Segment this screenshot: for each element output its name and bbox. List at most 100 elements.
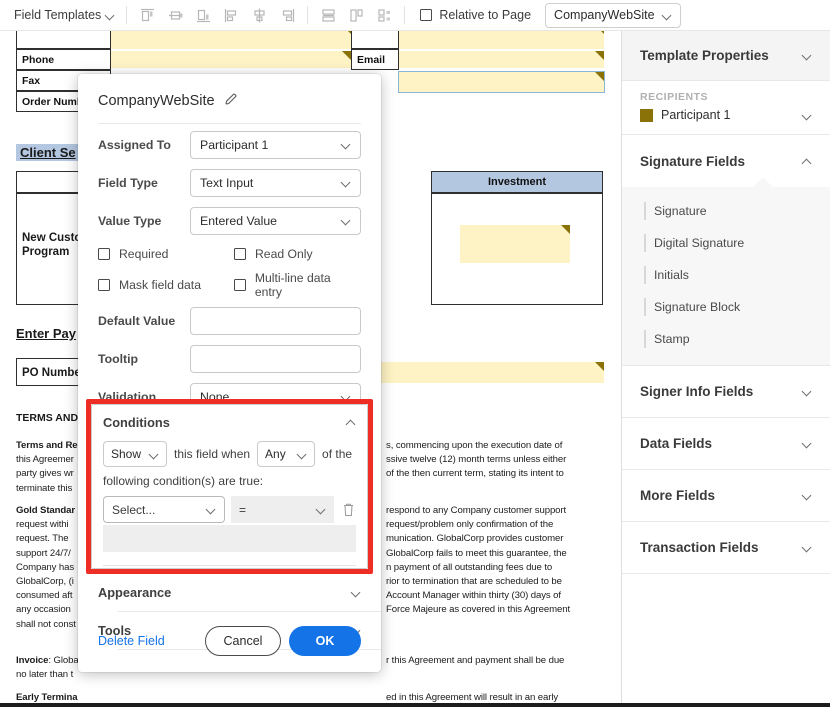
section-more-fields-label: More Fields [640, 488, 716, 503]
chevron-down-icon [803, 439, 812, 448]
label-tooltip: Tooltip [98, 351, 139, 366]
recipients-label: RECIPIENTS [640, 91, 709, 103]
checkbox-row-1: Required Read Only [78, 238, 381, 269]
value-type-select[interactable]: Entered Value [190, 206, 361, 235]
form-field-yellow-2[interactable] [399, 31, 604, 49]
distribute-horizontal-icon[interactable] [343, 3, 369, 27]
field-item-initials[interactable]: Initials [622, 259, 830, 291]
field-item-label: Signature [654, 204, 707, 218]
size-match-icon[interactable] [371, 3, 397, 27]
condition-action-select[interactable]: Show [103, 441, 167, 467]
relative-to-page-checkbox[interactable] [420, 9, 433, 21]
read-only-checkbox[interactable] [234, 247, 246, 260]
pencil-icon[interactable] [224, 92, 238, 110]
multi-line-checkbox-item[interactable]: Multi-line data entry [233, 270, 361, 299]
dialog-title-row: CompanyWebSite [78, 74, 381, 110]
align-center-icon[interactable] [246, 3, 272, 27]
window-bottom-edge [0, 703, 830, 707]
document-select[interactable]: CompanyWebSite [545, 2, 682, 28]
row-field-type: Field Type Text Input [78, 165, 381, 200]
section-signature-fields[interactable]: Signature Fields [622, 135, 830, 187]
conditions-panel: Conditions Show this field when Any of t… [91, 404, 368, 569]
condition-operator-select[interactable]: = [231, 496, 334, 523]
align-top-icon[interactable] [134, 3, 160, 27]
mask-field-data-checkbox[interactable] [98, 278, 110, 291]
required-checkbox[interactable] [98, 247, 110, 260]
align-left-icon[interactable] [218, 3, 244, 27]
field-item-signature-block[interactable]: Signature Block [622, 291, 830, 323]
chevron-up-icon [347, 418, 356, 427]
chevron-up-icon [803, 157, 812, 166]
field-item-label: Initials [654, 268, 689, 282]
align-bottom-icon[interactable] [190, 3, 216, 27]
align-middle-horizontal-icon[interactable] [162, 3, 188, 27]
conditions-header[interactable]: Conditions [103, 405, 356, 439]
form-field-companywebsite-selected[interactable] [398, 71, 605, 93]
chevron-down-icon [803, 543, 812, 552]
distribute-icon-group [315, 3, 397, 27]
multi-line-checkbox[interactable] [233, 278, 246, 291]
template-properties-title: Template Properties [640, 48, 769, 63]
assigned-to-select[interactable]: Participant 1 [190, 130, 361, 159]
chevron-down-icon [342, 140, 351, 149]
default-value-input[interactable] [190, 306, 361, 335]
field-item-digital-signature[interactable]: Digital Signature [622, 227, 830, 259]
condition-match-select[interactable]: Any [257, 441, 316, 467]
row-assigned-to: Assigned To Participant 1 [78, 127, 381, 162]
chevron-down-icon [803, 51, 812, 60]
doc-paragraph-3-right: r this Agreement and payment shall be du… [386, 655, 565, 666]
section-appearance[interactable]: Appearance [78, 574, 381, 611]
condition-field-select[interactable]: Select... [103, 496, 225, 523]
conditions-inner-divider [103, 565, 356, 566]
field-item-stamp[interactable]: Stamp [622, 323, 830, 355]
chevron-down-icon [150, 450, 159, 459]
form-field-phone[interactable] [111, 51, 351, 68]
recipient-color-swatch [640, 108, 653, 122]
chevron-down-icon [207, 505, 216, 514]
form-field-email[interactable] [399, 51, 604, 68]
recipient-row[interactable]: Participant 1 [640, 108, 812, 122]
required-label: Required [119, 246, 169, 261]
doc-label-phone: Phone [22, 53, 55, 66]
doc-cell-phone: Phone [16, 49, 111, 70]
relative-to-page-toggle[interactable]: Relative to Page [420, 8, 531, 22]
field-templates-menu[interactable]: Field Templates [10, 5, 119, 25]
doc-header-investment: Investment [431, 171, 603, 193]
doc-paragraph-2-right: respond to any Company customer support r… [386, 505, 571, 616]
field-type-select[interactable]: Text Input [190, 168, 361, 197]
toolbar: Field Templates Relative to Page Company… [0, 0, 830, 31]
form-field-yellow-1[interactable] [111, 31, 351, 49]
section-more-fields[interactable]: More Fields [622, 470, 830, 522]
doc-paragraph-1-right: s, commencing upon the execution date of… [386, 440, 567, 480]
align-right-icon[interactable] [274, 3, 300, 27]
section-signature-fields-label: Signature Fields [640, 153, 746, 169]
delete-field-link[interactable]: Delete Field [98, 634, 165, 648]
field-item-signature[interactable]: Signature [622, 195, 830, 227]
section-transaction-fields[interactable]: Transaction Fields [622, 522, 830, 574]
tooltip-input[interactable] [190, 344, 361, 373]
trash-icon[interactable] [340, 502, 356, 517]
condition-rule-row: Select... = [103, 496, 356, 523]
ok-button[interactable]: OK [289, 626, 361, 656]
mask-field-data-checkbox-item[interactable]: Mask field data [98, 278, 234, 292]
read-only-checkbox-item[interactable]: Read Only [234, 247, 313, 261]
multi-line-label: Multi-line data entry [254, 270, 331, 299]
condition-match-value: Any [265, 447, 286, 461]
recipient-name: Participant 1 [661, 108, 731, 122]
section-transaction-fields-label: Transaction Fields [640, 540, 759, 555]
read-only-label: Read Only [255, 246, 313, 261]
condition-value-input[interactable] [103, 525, 356, 552]
relative-to-page-label: Relative to Page [439, 8, 532, 22]
template-properties-header[interactable]: Template Properties [622, 31, 830, 81]
label-assigned-to: Assigned To [98, 137, 171, 152]
required-checkbox-item[interactable]: Required [98, 247, 234, 261]
cancel-button[interactable]: Cancel [205, 626, 281, 656]
form-field-investment[interactable] [460, 225, 570, 263]
section-data-fields[interactable]: Data Fields [622, 418, 830, 470]
doc-cell-blank [16, 31, 111, 49]
chevron-down-icon [342, 216, 351, 225]
field-type-value: Text Input [200, 175, 254, 190]
distribute-vertical-icon[interactable] [315, 3, 341, 27]
conditions-title: Conditions [103, 414, 170, 430]
section-signer-info-fields[interactable]: Signer Info Fields [622, 366, 830, 418]
